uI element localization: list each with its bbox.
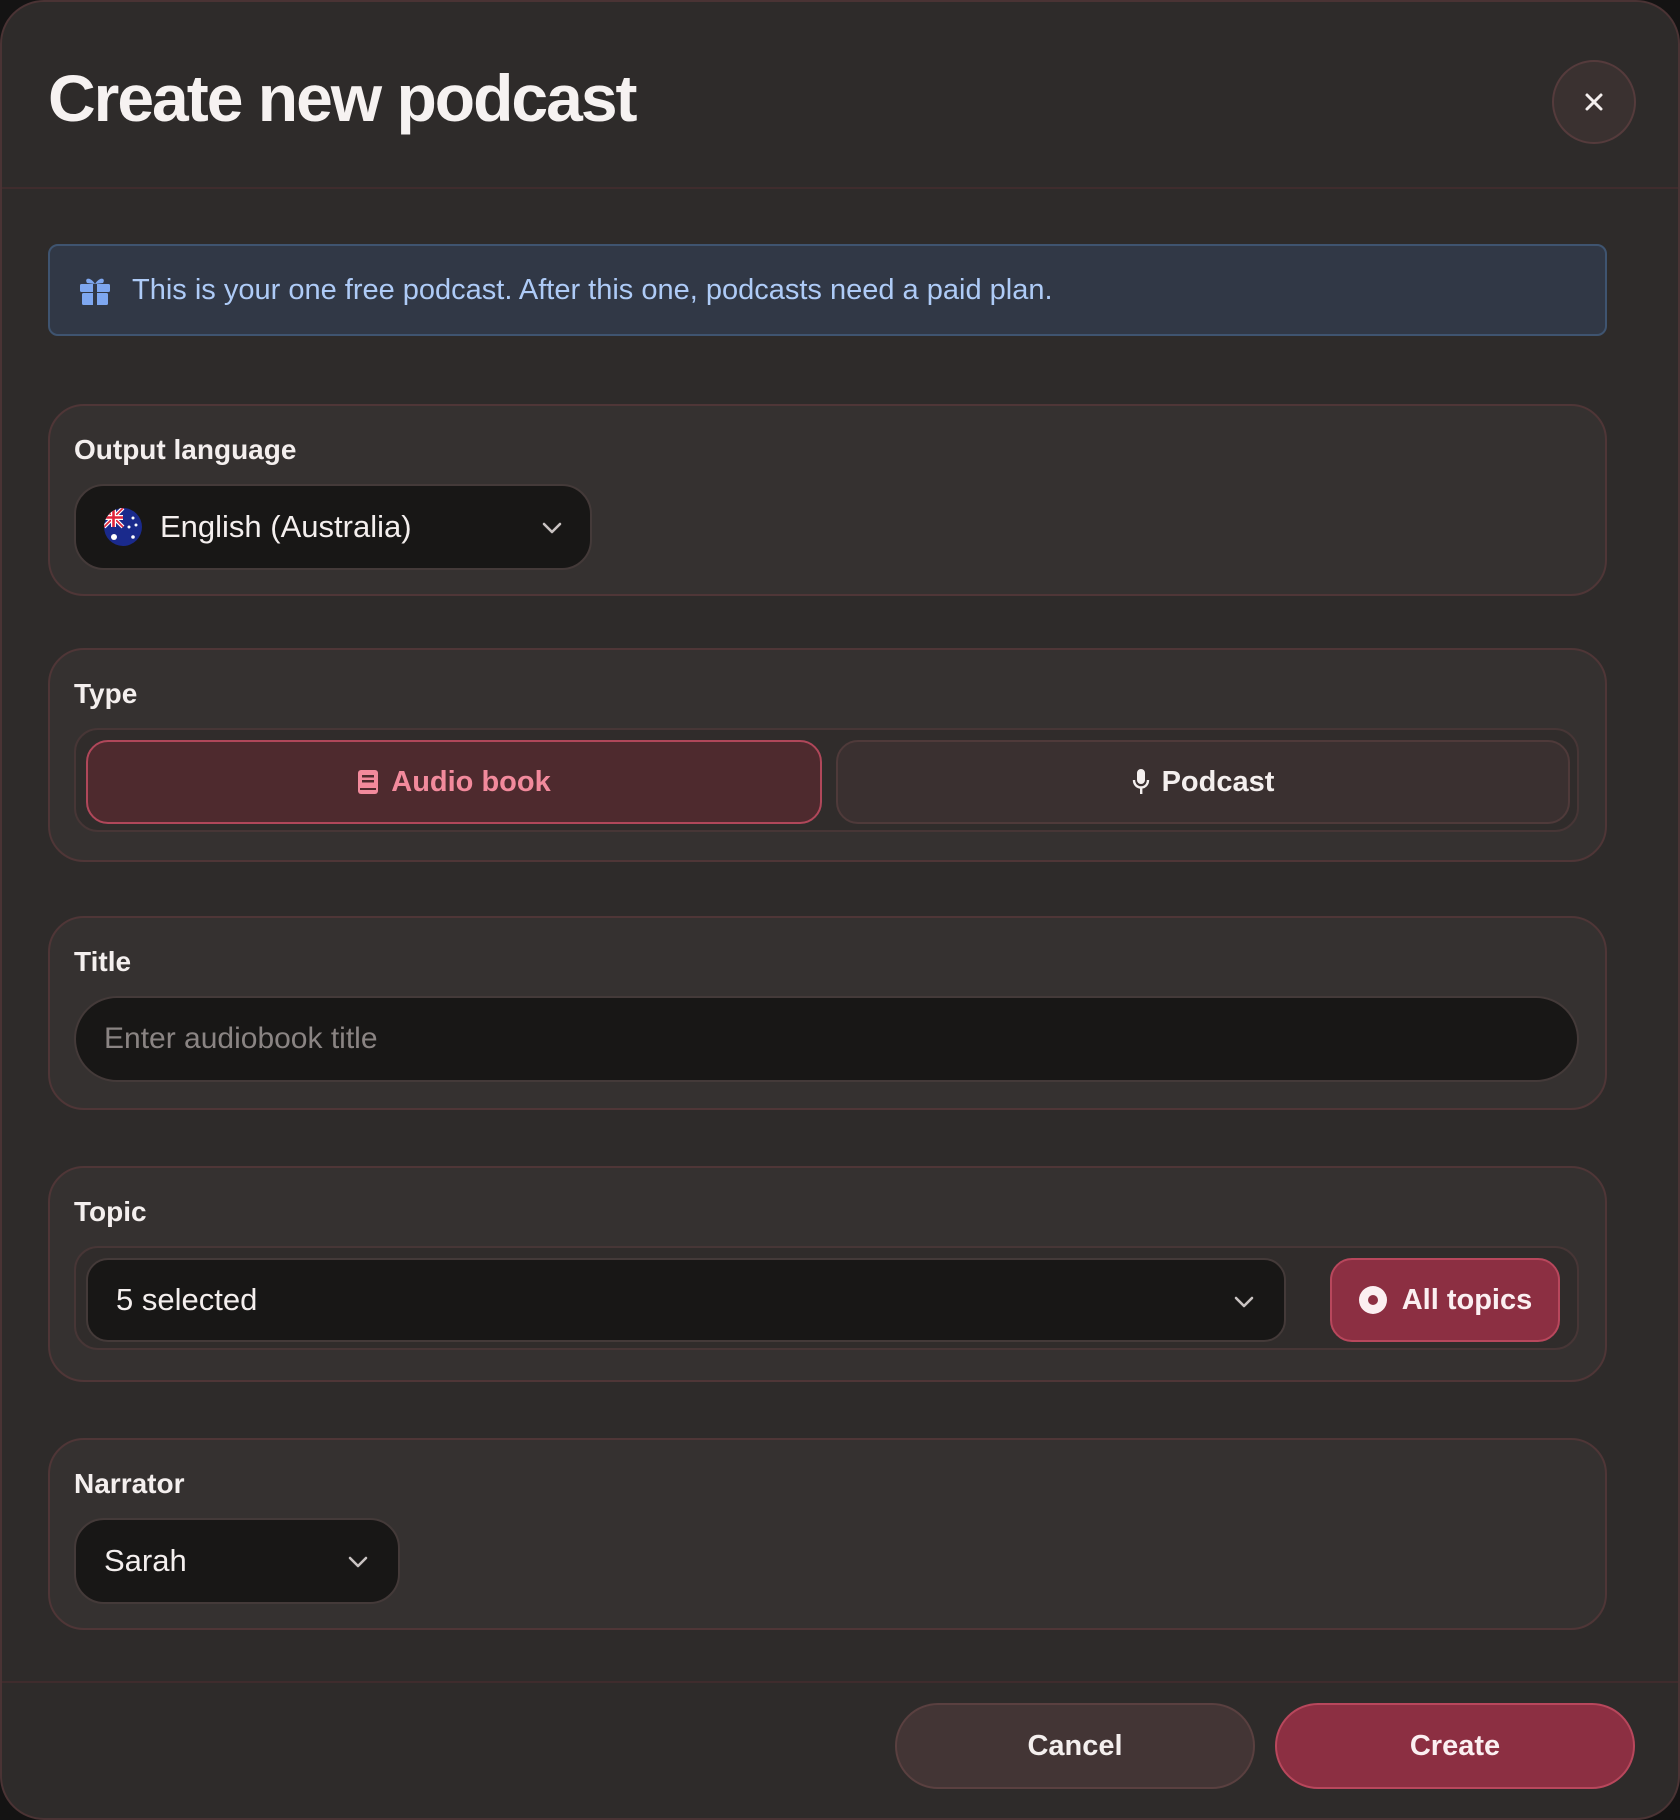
radio-dot-icon: [1358, 1286, 1387, 1314]
type-option-podcast[interactable]: Podcast: [836, 740, 1570, 824]
narrator-value: Sarah: [104, 1543, 187, 1578]
all-topics-button[interactable]: All topics: [1330, 1258, 1560, 1342]
dialog-title: Create new podcast: [48, 61, 638, 135]
output-language-value: English (Australia): [160, 509, 412, 544]
dialog-header: Create new podcast: [2, 2, 1678, 189]
banner-text: This is your one free podcast. After thi…: [132, 273, 1053, 306]
type-option-label: Podcast: [1161, 765, 1275, 798]
gift-icon: [80, 278, 110, 305]
narrator-section: Narrator Sarah: [48, 1438, 1607, 1630]
title-label: Title: [74, 946, 132, 977]
chevron-down-icon: [348, 1556, 368, 1568]
narrator-select[interactable]: Sarah: [74, 1518, 400, 1604]
output-language-select[interactable]: English (Australia): [74, 484, 592, 570]
australia-flag-icon: [104, 508, 142, 546]
cancel-button[interactable]: Cancel: [895, 1703, 1255, 1789]
topic-section: Topic 5 selected All topics: [48, 1166, 1607, 1382]
narrator-label: Narrator: [74, 1468, 185, 1499]
chevron-down-icon: [542, 522, 562, 534]
all-topics-label: All topics: [1401, 1283, 1533, 1316]
close-icon: [1585, 93, 1603, 111]
title-section: Title: [48, 916, 1607, 1110]
topic-value: 5 selected: [116, 1282, 258, 1317]
type-option-audio-book[interactable]: Audio book: [86, 740, 822, 824]
output-language-label: Output language: [74, 434, 297, 465]
microphone-icon: [1132, 769, 1149, 794]
type-label: Type: [74, 678, 138, 709]
type-section: Type Audio book Podcast: [48, 648, 1607, 862]
close-button[interactable]: [1552, 60, 1636, 144]
topic-select[interactable]: 5 selected: [86, 1258, 1286, 1342]
topic-label: Topic: [74, 1196, 147, 1227]
create-podcast-dialog: Create new podcast This is your one free…: [0, 0, 1680, 1820]
output-language-section: Output language English (Australia): [48, 404, 1607, 596]
title-input[interactable]: [74, 996, 1579, 1082]
book-icon: [358, 770, 379, 794]
free-plan-banner: This is your one free podcast. After thi…: [48, 244, 1607, 336]
type-option-label: Audio book: [391, 765, 551, 798]
dialog-footer: Cancel Create: [2, 1681, 1678, 1818]
create-button[interactable]: Create: [1275, 1703, 1635, 1789]
type-segmented-control: Audio book Podcast: [74, 728, 1579, 832]
chevron-down-icon: [1234, 1296, 1254, 1308]
topic-control: 5 selected All topics: [74, 1246, 1579, 1350]
